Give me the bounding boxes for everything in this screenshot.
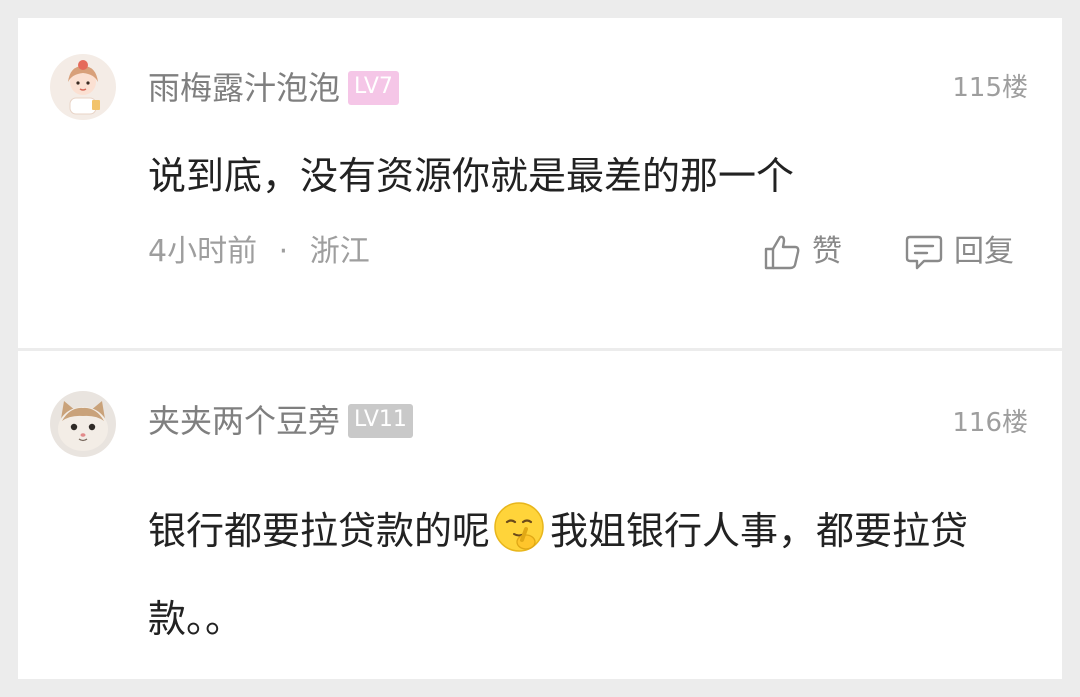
comment-location: 浙江 (309, 234, 370, 269)
girl-avatar-icon (50, 54, 116, 120)
meta-separator: · (278, 234, 289, 269)
user-avatar[interactable] (50, 54, 116, 120)
comment-card: 夹夹两个豆旁 LV11 116楼 银行都要拉贷款的呢 我姐银行人事，都要拉贷款。… (18, 351, 1062, 679)
comment-meta: 4小时前 · 浙江 (148, 232, 370, 272)
username[interactable]: 夹夹两个豆旁 (148, 401, 340, 441)
user-avatar[interactable] (50, 391, 116, 457)
floor-number: 115楼 (952, 73, 1028, 103)
thumbs-up-icon (764, 235, 800, 270)
reply-button[interactable]: 回复 (904, 232, 1014, 272)
shushing-face-icon (494, 502, 544, 552)
shushing-face-emoji (492, 497, 546, 552)
comment-text: 说到底，没有资源你就是最差的那一个 (148, 154, 795, 198)
floor-number: 116楼 (952, 408, 1028, 438)
reply-label: 回复 (954, 234, 1014, 269)
like-label: 赞 (812, 234, 842, 269)
comment-card: 雨梅露汁泡泡 LV7 115楼 说到底，没有资源你就是最差的那一个 4小时前 ·… (18, 18, 1062, 348)
comment-bubble-icon (905, 235, 943, 270)
level-badge: LV7 (348, 71, 399, 105)
comment-text-part1: 银行都要拉贷款的呢 (148, 509, 491, 553)
level-badge: LV11 (348, 404, 413, 438)
comment-time: 4小时前 (148, 234, 258, 269)
like-button[interactable]: 赞 (762, 232, 842, 272)
cat-avatar-icon (50, 391, 116, 457)
comment-text: 银行都要拉贷款的呢 我姐银行人事，都要拉贷款。。 (148, 487, 1028, 663)
username[interactable]: 雨梅露汁泡泡 (148, 68, 340, 108)
